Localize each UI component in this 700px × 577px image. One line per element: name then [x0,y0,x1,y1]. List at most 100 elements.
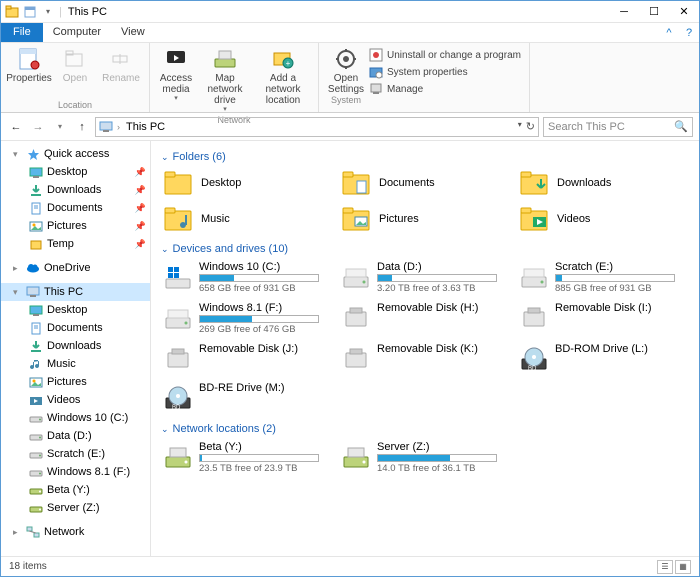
map-network-drive-button[interactable]: Map network drive ▾ [198,45,252,114]
tab-view[interactable]: View [111,23,155,42]
nav-back-button[interactable]: ← [7,118,25,136]
drive-item[interactable]: Scratch (E:)885 GB free of 931 GB [517,259,689,296]
svg-text:BD: BD [172,405,181,411]
drive-item[interactable]: Data (D:)3.20 TB free of 3.63 TB [339,259,511,296]
folder-icon [29,165,43,179]
folder-icon [29,339,43,353]
folder-item[interactable]: Pictures [339,203,511,235]
nav-network[interactable]: ▸ Network [1,523,150,541]
drive-icon: BD [163,383,193,413]
content-pane: ⌄ Folders (6) DesktopDocumentsDownloads M… [151,141,699,556]
address-bar: ← → ▾ ↑ › This PC ▾ ↻ Search This PC 🔍 [1,113,699,141]
nav-pc-item[interactable]: Scratch (E:) [1,445,150,463]
folder-item[interactable]: Downloads [517,167,689,199]
ribbon-group-network: Access media ▾ Map network drive ▾ + Add… [150,43,319,112]
nav-quick-access[interactable]: ▾ Quick access [1,145,150,163]
nav-pc-item[interactable]: Desktop [1,301,150,319]
folder-icon [341,205,373,233]
tab-file[interactable]: File [1,23,43,42]
capacity-bar [199,274,319,282]
nav-pc-item[interactable]: Downloads [1,337,150,355]
open-settings-button[interactable]: Open Settings [325,45,367,95]
view-details-button[interactable]: ☰ [657,560,673,574]
system-properties-button[interactable]: System properties [367,64,523,80]
chevron-down-icon: ⌄ [161,244,169,255]
svg-text:BD: BD [528,366,537,372]
manage-button[interactable]: Manage [367,81,523,97]
drive-icon: BD [519,344,549,374]
nav-onedrive[interactable]: ▸ OneDrive [1,259,150,277]
nav-pc-item[interactable]: Windows 10 (C:) [1,409,150,427]
section-folders[interactable]: ⌄ Folders (6) [161,151,689,163]
drive-icon [519,303,549,333]
close-button[interactable]: ✕ [669,1,699,23]
app-icon [5,5,19,19]
drive-item[interactable]: Removable Disk (H:) [339,300,511,337]
drive-item[interactable]: Beta (Y:)23.5 TB free of 23.9 TB [161,439,333,476]
folder-item[interactable]: Desktop [161,167,333,199]
nav-qa-item[interactable]: Downloads📌 [1,181,150,199]
tab-computer[interactable]: Computer [43,23,111,42]
address-box[interactable]: › This PC ▾ ↻ [95,117,539,137]
pin-icon: 📌 [135,203,146,214]
drive-item[interactable]: Removable Disk (I:) [517,300,689,337]
folder-item[interactable]: Videos [517,203,689,235]
pin-icon: 📌 [135,167,146,178]
maximize-button[interactable]: ☐ [639,1,669,23]
view-icons-button[interactable]: ▦ [675,560,691,574]
add-network-location-button[interactable]: + Add a network location [254,45,312,106]
chevron-down-icon: ⌄ [161,424,169,435]
help-icon[interactable]: ? [679,23,699,42]
address-dropdown-icon[interactable]: ▾ [518,120,522,133]
drive-item[interactable]: Windows 8.1 (F:)269 GB free of 476 GB [161,300,333,337]
folder-icon [519,169,551,197]
folder-icon [341,169,373,197]
this-pc-icon [99,120,113,134]
ribbon: Properties Open Rename Location Access m… [1,43,699,113]
uninstall-program-button[interactable]: Uninstall or change a program [367,47,523,63]
nav-this-pc[interactable]: ▾ This PC [1,283,150,301]
qat-properties-icon[interactable] [23,5,37,19]
nav-qa-item[interactable]: Documents📌 [1,199,150,217]
nav-qa-item[interactable]: Desktop📌 [1,163,150,181]
nav-qa-item[interactable]: Pictures📌 [1,217,150,235]
folder-icon [29,219,43,233]
nav-pc-item[interactable]: Data (D:) [1,427,150,445]
nav-qa-item[interactable]: Temp📌 [1,235,150,253]
rename-button: Rename [99,45,143,84]
drive-icon [163,344,193,374]
drive-icon [29,411,43,425]
drive-item[interactable]: BDBD-ROM Drive (L:) [517,341,689,376]
nav-pc-item[interactable]: Beta (Y:) [1,481,150,499]
nav-pc-item[interactable]: Pictures [1,373,150,391]
drive-item[interactable]: Server (Z:)14.0 TB free of 36.1 TB [339,439,511,476]
search-input[interactable]: Search This PC 🔍 [543,117,693,137]
drive-item[interactable]: Windows 10 (C:)658 GB free of 931 GB [161,259,333,296]
ribbon-collapse-icon[interactable]: ^ [659,23,679,42]
qat-dropdown-icon[interactable]: ▾ [41,5,55,19]
nav-recent-button[interactable]: ▾ [51,118,69,136]
minimize-button[interactable]: ─ [609,1,639,23]
folder-item[interactable]: Music [161,203,333,235]
nav-pc-item[interactable]: Videos [1,391,150,409]
capacity-bar [377,274,497,282]
breadcrumb[interactable]: This PC [124,121,167,133]
nav-pc-item[interactable]: Windows 8.1 (F:) [1,463,150,481]
folder-item[interactable]: Documents [339,167,511,199]
drive-item[interactable]: Removable Disk (J:) [161,341,333,376]
folder-icon [29,201,43,215]
drive-item[interactable]: BDBD-RE Drive (M:) [161,380,333,415]
nav-pc-item[interactable]: Music [1,355,150,373]
folder-icon [163,169,195,197]
access-media-button[interactable]: Access media ▾ [156,45,196,103]
section-network-locations[interactable]: ⌄ Network locations (2) [161,423,689,435]
nav-pc-item[interactable]: Documents [1,319,150,337]
nav-up-button[interactable]: ↑ [73,118,91,136]
properties-button[interactable]: Properties [7,45,51,84]
pin-icon: 📌 [135,239,146,250]
nav-pc-item[interactable]: Server (Z:) [1,499,150,517]
section-drives[interactable]: ⌄ Devices and drives (10) [161,243,689,255]
refresh-icon[interactable]: ↻ [526,120,535,133]
ribbon-group-system: Open Settings System Uninstall or change… [319,43,530,112]
drive-item[interactable]: Removable Disk (K:) [339,341,511,376]
